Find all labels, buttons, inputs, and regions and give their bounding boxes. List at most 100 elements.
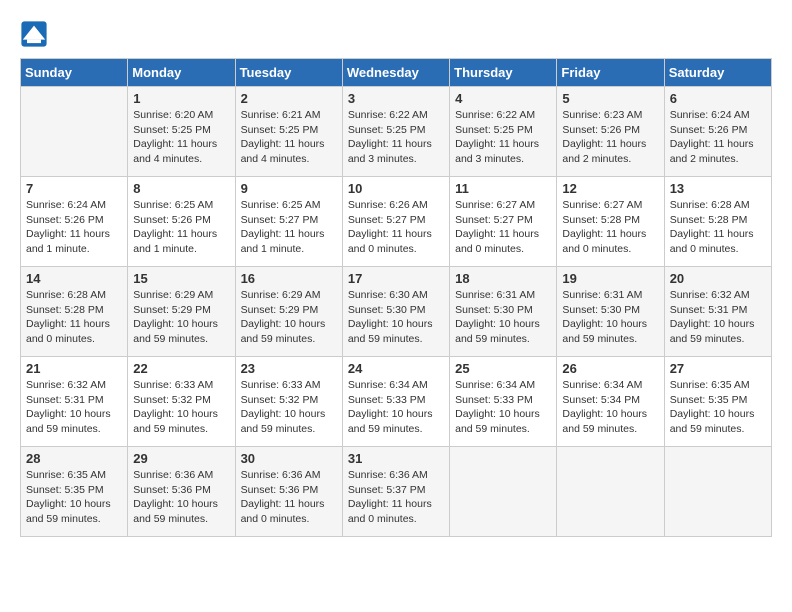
day-info: Sunrise: 6:25 AMSunset: 5:26 PMDaylight:… <box>133 198 229 257</box>
calendar-cell: 31 Sunrise: 6:36 AMSunset: 5:37 PMDayligh… <box>342 447 449 537</box>
day-info: Sunrise: 6:36 AMSunset: 5:36 PMDaylight:… <box>133 468 229 527</box>
calendar-week-row: 7Sunrise: 6:24 AMSunset: 5:26 PMDaylight… <box>21 177 772 267</box>
calendar-table: SundayMondayTuesdayWednesdayThursdayFrid… <box>20 58 772 537</box>
day-info: Sunrise: 6:32 AMSunset: 5:31 PMDaylight:… <box>26 378 122 437</box>
day-number: 17 <box>348 271 444 286</box>
day-number: 31 <box>348 451 444 466</box>
calendar-cell: 5 Sunrise: 6:23 AMSunset: 5:26 PMDaylight… <box>557 87 664 177</box>
day-number: 4 <box>455 91 551 106</box>
day-info: Sunrise: 6:20 AMSunset: 5:25 PMDaylight:… <box>133 108 229 167</box>
day-info: Sunrise: 6:35 AMSunset: 5:35 PMDaylight:… <box>670 378 766 437</box>
calendar-week-row: 1 Sunrise: 6:20 AMSunset: 5:25 PMDaylight… <box>21 87 772 177</box>
calendar-cell: 18 Sunrise: 6:31 AMSunset: 5:30 PMDayligh… <box>450 267 557 357</box>
day-number: 18 <box>455 271 551 286</box>
day-info: Sunrise: 6:27 AMSunset: 5:28 PMDaylight:… <box>562 198 658 257</box>
calendar-cell: 25 Sunrise: 6:34 AMSunset: 5:33 PMDayligh… <box>450 357 557 447</box>
day-info: Sunrise: 6:29 AMSunset: 5:29 PMDaylight:… <box>133 288 229 347</box>
day-number: 16 <box>241 271 337 286</box>
day-number: 29 <box>133 451 229 466</box>
calendar-cell: 3Sunrise: 6:22 AMSunset: 5:25 PMDaylight… <box>342 87 449 177</box>
day-number: 19 <box>562 271 658 286</box>
day-info: Sunrise: 6:23 AMSunset: 5:26 PMDaylight:… <box>562 108 658 167</box>
calendar-week-row: 28 Sunrise: 6:35 AMSunset: 5:35 PMDayligh… <box>21 447 772 537</box>
calendar-cell <box>664 447 771 537</box>
calendar-cell: 16Sunrise: 6:29 AMSunset: 5:29 PMDayligh… <box>235 267 342 357</box>
calendar-cell: 17 Sunrise: 6:30 AMSunset: 5:30 PMDayligh… <box>342 267 449 357</box>
calendar-cell: 8 Sunrise: 6:25 AMSunset: 5:26 PMDaylight… <box>128 177 235 267</box>
calendar-cell: 6Sunrise: 6:24 AMSunset: 5:26 PMDaylight… <box>664 87 771 177</box>
day-number: 24 <box>348 361 444 376</box>
day-info: Sunrise: 6:34 AMSunset: 5:33 PMDaylight:… <box>455 378 551 437</box>
day-info: Sunrise: 6:22 AMSunset: 5:25 PMDaylight:… <box>455 108 551 167</box>
logo-icon <box>20 20 48 48</box>
day-number: 2 <box>241 91 337 106</box>
column-header-saturday: Saturday <box>664 59 771 87</box>
calendar-cell: 20 Sunrise: 6:32 AMSunset: 5:31 PMDayligh… <box>664 267 771 357</box>
calendar-cell <box>557 447 664 537</box>
day-info: Sunrise: 6:27 AMSunset: 5:27 PMDaylight:… <box>455 198 551 257</box>
calendar-cell <box>450 447 557 537</box>
day-number: 1 <box>133 91 229 106</box>
column-header-tuesday: Tuesday <box>235 59 342 87</box>
calendar-cell: 13Sunrise: 6:28 AMSunset: 5:28 PMDayligh… <box>664 177 771 267</box>
day-number: 20 <box>670 271 766 286</box>
calendar-week-row: 21 Sunrise: 6:32 AMSunset: 5:31 PMDayligh… <box>21 357 772 447</box>
day-number: 8 <box>133 181 229 196</box>
day-number: 23 <box>241 361 337 376</box>
day-number: 21 <box>26 361 122 376</box>
calendar-cell: 19 Sunrise: 6:31 AMSunset: 5:30 PMDayligh… <box>557 267 664 357</box>
day-info: Sunrise: 6:30 AMSunset: 5:30 PMDaylight:… <box>348 288 444 347</box>
day-info: Sunrise: 6:21 AMSunset: 5:25 PMDaylight:… <box>241 108 337 167</box>
day-number: 26 <box>562 361 658 376</box>
column-header-thursday: Thursday <box>450 59 557 87</box>
day-number: 27 <box>670 361 766 376</box>
day-number: 5 <box>562 91 658 106</box>
calendar-cell: 21 Sunrise: 6:32 AMSunset: 5:31 PMDayligh… <box>21 357 128 447</box>
day-number: 10 <box>348 181 444 196</box>
calendar-cell: 22Sunrise: 6:33 AMSunset: 5:32 PMDayligh… <box>128 357 235 447</box>
day-info: Sunrise: 6:28 AMSunset: 5:28 PMDaylight:… <box>26 288 122 347</box>
day-number: 6 <box>670 91 766 106</box>
day-info: Sunrise: 6:31 AMSunset: 5:30 PMDaylight:… <box>455 288 551 347</box>
day-info: Sunrise: 6:33 AMSunset: 5:32 PMDaylight:… <box>241 378 337 437</box>
column-header-friday: Friday <box>557 59 664 87</box>
day-info: Sunrise: 6:22 AMSunset: 5:25 PMDaylight:… <box>348 108 444 167</box>
day-info: Sunrise: 6:34 AMSunset: 5:33 PMDaylight:… <box>348 378 444 437</box>
column-header-wednesday: Wednesday <box>342 59 449 87</box>
day-info: Sunrise: 6:31 AMSunset: 5:30 PMDaylight:… <box>562 288 658 347</box>
day-number: 7 <box>26 181 122 196</box>
day-info: Sunrise: 6:35 AMSunset: 5:35 PMDaylight:… <box>26 468 122 527</box>
day-number: 22 <box>133 361 229 376</box>
calendar-cell: 1 Sunrise: 6:20 AMSunset: 5:25 PMDaylight… <box>128 87 235 177</box>
day-number: 25 <box>455 361 551 376</box>
day-info: Sunrise: 6:32 AMSunset: 5:31 PMDaylight:… <box>670 288 766 347</box>
page-header <box>20 20 772 48</box>
column-header-monday: Monday <box>128 59 235 87</box>
calendar-week-row: 14 Sunrise: 6:28 AMSunset: 5:28 PMDayligh… <box>21 267 772 357</box>
day-number: 12 <box>562 181 658 196</box>
calendar-cell: 2 Sunrise: 6:21 AMSunset: 5:25 PMDaylight… <box>235 87 342 177</box>
day-number: 28 <box>26 451 122 466</box>
calendar-cell: 9 Sunrise: 6:25 AMSunset: 5:27 PMDaylight… <box>235 177 342 267</box>
calendar-cell: 12 Sunrise: 6:27 AMSunset: 5:28 PMDayligh… <box>557 177 664 267</box>
calendar-cell: 11 Sunrise: 6:27 AMSunset: 5:27 PMDayligh… <box>450 177 557 267</box>
day-info: Sunrise: 6:36 AMSunset: 5:37 PMDaylight:… <box>348 468 444 527</box>
calendar-cell: 26 Sunrise: 6:34 AMSunset: 5:34 PMDayligh… <box>557 357 664 447</box>
day-info: Sunrise: 6:25 AMSunset: 5:27 PMDaylight:… <box>241 198 337 257</box>
day-number: 30 <box>241 451 337 466</box>
calendar-cell: 7Sunrise: 6:24 AMSunset: 5:26 PMDaylight… <box>21 177 128 267</box>
calendar-cell: 29 Sunrise: 6:36 AMSunset: 5:36 PMDayligh… <box>128 447 235 537</box>
day-info: Sunrise: 6:34 AMSunset: 5:34 PMDaylight:… <box>562 378 658 437</box>
day-info: Sunrise: 6:28 AMSunset: 5:28 PMDaylight:… <box>670 198 766 257</box>
day-info: Sunrise: 6:36 AMSunset: 5:36 PMDaylight:… <box>241 468 337 527</box>
day-number: 11 <box>455 181 551 196</box>
day-number: 9 <box>241 181 337 196</box>
day-number: 14 <box>26 271 122 286</box>
calendar-cell: 23 Sunrise: 6:33 AMSunset: 5:32 PMDayligh… <box>235 357 342 447</box>
calendar-cell: 4 Sunrise: 6:22 AMSunset: 5:25 PMDaylight… <box>450 87 557 177</box>
logo <box>20 20 52 48</box>
calendar-cell <box>21 87 128 177</box>
day-number: 15 <box>133 271 229 286</box>
calendar-cell: 14 Sunrise: 6:28 AMSunset: 5:28 PMDayligh… <box>21 267 128 357</box>
calendar-cell: 10Sunrise: 6:26 AMSunset: 5:27 PMDayligh… <box>342 177 449 267</box>
